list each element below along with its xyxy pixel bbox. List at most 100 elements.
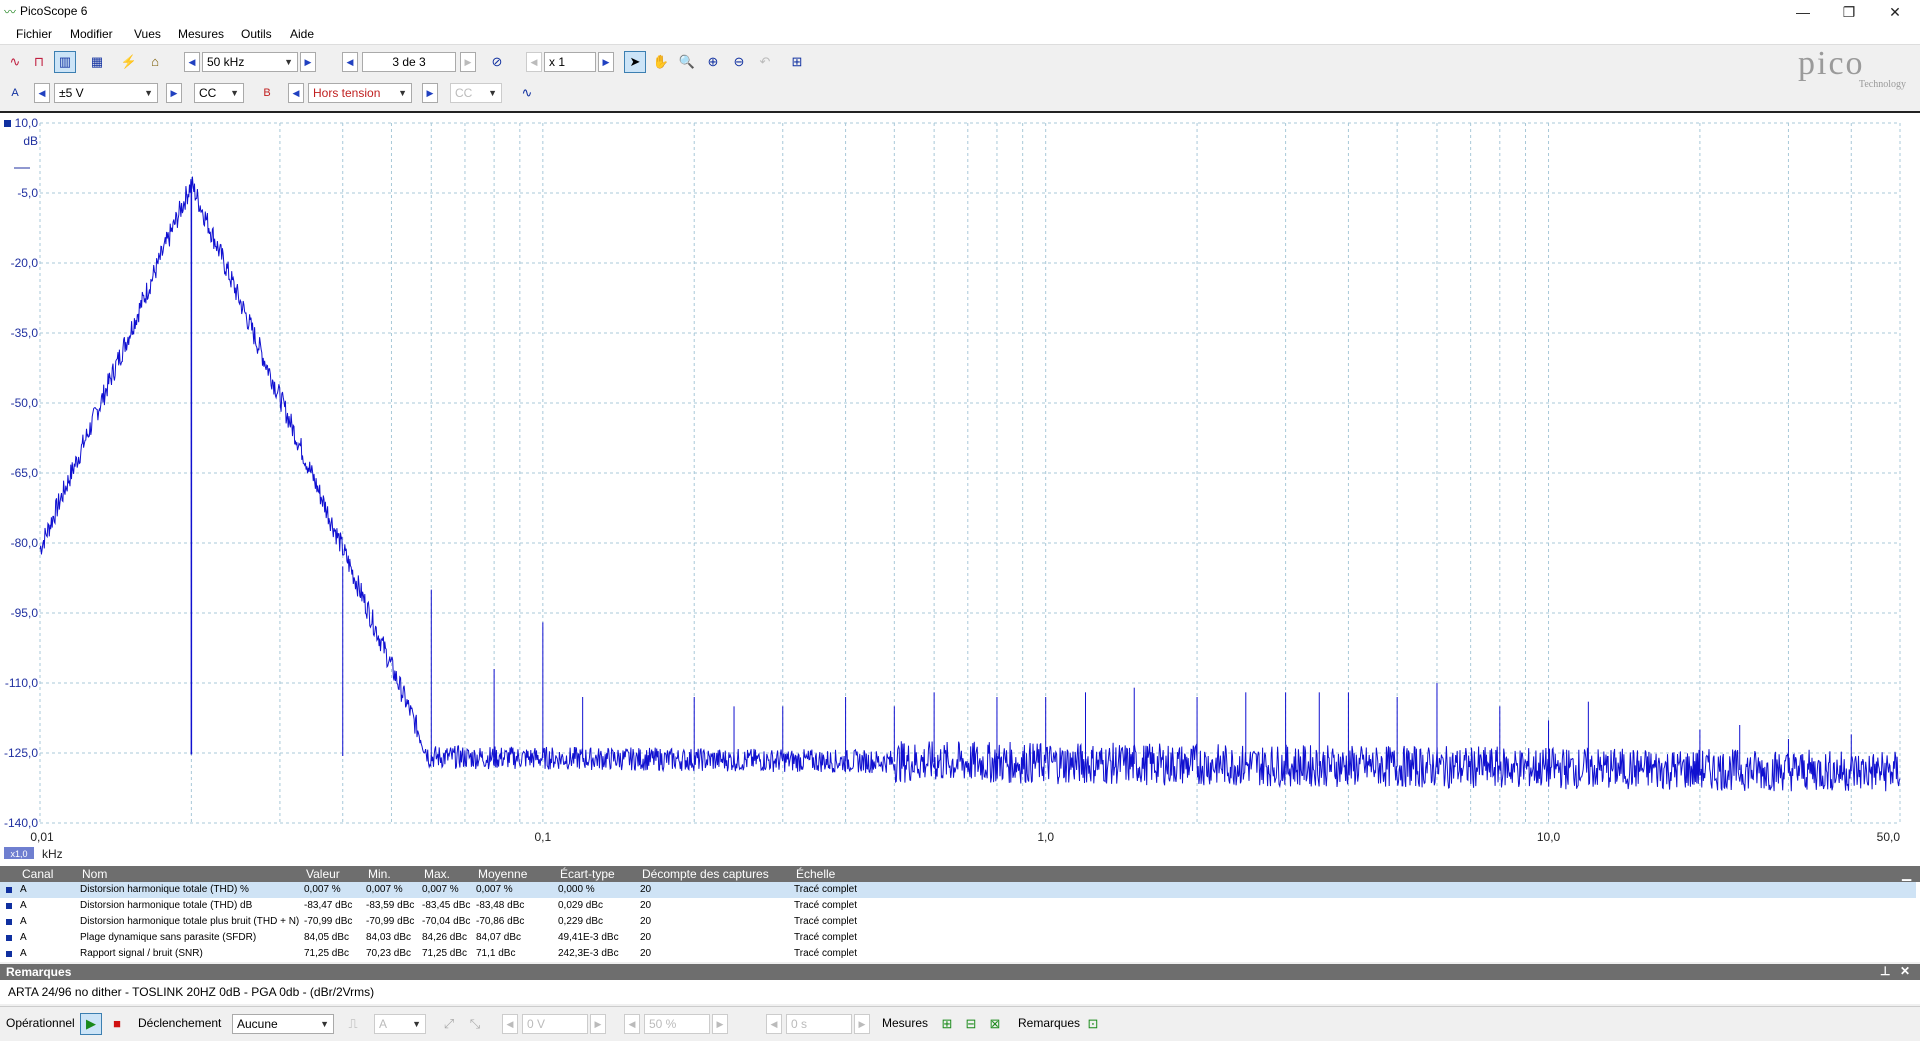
- channel-b-button[interactable]: B: [256, 82, 278, 104]
- hand-tool-icon[interactable]: ✋: [650, 51, 672, 73]
- minimize-button[interactable]: —: [1780, 0, 1826, 24]
- table-cell: A: [20, 916, 27, 927]
- close-button[interactable]: ✕: [1872, 0, 1918, 24]
- capture-prev[interactable]: ◀: [342, 52, 358, 72]
- undo-zoom-icon[interactable]: ↶: [754, 51, 776, 73]
- advanced-trigger-icon[interactable]: ⎍: [342, 1013, 364, 1035]
- table-row[interactable]: A Plage dynamique sans parasite (SFDR) 84,…: [0, 930, 1916, 946]
- add-measure-icon[interactable]: ⊞: [936, 1013, 958, 1035]
- pretrigger-prev[interactable]: ◀: [624, 1014, 640, 1034]
- range-b-next[interactable]: ▶: [422, 83, 438, 103]
- channel-a-button[interactable]: A: [4, 82, 26, 104]
- capture-next[interactable]: ▶: [460, 52, 476, 72]
- timebase-select[interactable]: 50 kHz ▼: [202, 52, 298, 72]
- col-decompte[interactable]: Décompte des captures: [642, 867, 769, 881]
- table-row[interactable]: A Distorsion harmonique totale (THD) dB -8…: [0, 898, 1916, 914]
- pointer-tool-icon[interactable]: ➤: [624, 51, 646, 73]
- y-tick-label: -140,0: [4, 816, 38, 830]
- zoom-prev[interactable]: ◀: [526, 52, 542, 72]
- run-button[interactable]: ▶: [80, 1013, 102, 1035]
- menu-outils[interactable]: Outils: [241, 27, 272, 41]
- table-cell: -70,04 dBc: [422, 916, 471, 927]
- threshold-box[interactable]: 0 V: [522, 1014, 588, 1034]
- trigger-channel-select[interactable]: A ▼: [374, 1014, 426, 1034]
- y-tick-label: -125,0: [4, 746, 38, 760]
- probe-icon[interactable]: ⚡: [118, 51, 140, 73]
- table-row[interactable]: A Distorsion harmonique totale (THD) % 0,0…: [0, 882, 1916, 898]
- col-min[interactable]: Min.: [368, 867, 391, 881]
- notes-body[interactable]: ARTA 24/96 no dither - TOSLINK 20HZ 0dB …: [0, 980, 1920, 1004]
- timebase-prev[interactable]: ◀: [184, 52, 200, 72]
- zoom-value-box[interactable]: x 1: [544, 52, 596, 72]
- threshold-prev[interactable]: ◀: [502, 1014, 518, 1034]
- range-a-prev[interactable]: ◀: [34, 83, 50, 103]
- timebase-next[interactable]: ▶: [300, 52, 316, 72]
- menu-modifier[interactable]: Modifier: [70, 27, 113, 41]
- col-max[interactable]: Max.: [424, 867, 450, 881]
- col-canal[interactable]: Canal: [22, 867, 53, 881]
- delay-box[interactable]: 0 s: [786, 1014, 852, 1034]
- notes-toggle-icon[interactable]: ⊡: [1082, 1013, 1104, 1035]
- zoom-overview-icon[interactable]: ⊞: [786, 51, 808, 73]
- col-valeur[interactable]: Valeur: [306, 867, 340, 881]
- table-row[interactable]: A Distorsion harmonique totale plus bruit…: [0, 914, 1916, 930]
- home-icon[interactable]: ⌂: [144, 51, 166, 73]
- trigger-mode-select[interactable]: Aucune ▼: [232, 1014, 334, 1034]
- y-tick-label: -35,0: [11, 326, 39, 340]
- col-ecart-type[interactable]: Écart-type: [560, 867, 615, 881]
- persistence-mode-icon[interactable]: ⊓: [28, 51, 50, 73]
- channel-b-label: B: [263, 87, 271, 99]
- col-moyenne[interactable]: Moyenne: [478, 867, 527, 881]
- zoom-in-icon[interactable]: ⊕: [702, 51, 724, 73]
- spectrum-view[interactable]: 10,0 -5,0 -20,0 -35,0 -50,0 -65,0 -80,0 -95,0 -1…: [0, 111, 1920, 867]
- collapse-panel-icon[interactable]: ▁: [1902, 867, 1911, 881]
- coupling-a-select[interactable]: CC ▼: [194, 83, 244, 103]
- menu-aide[interactable]: Aide: [290, 27, 314, 41]
- stop-button[interactable]: ■: [106, 1013, 128, 1035]
- zoom-area-icon[interactable]: 🔍: [676, 51, 698, 73]
- range-a-select[interactable]: ±5 V ▼: [54, 83, 158, 103]
- menu-fichier[interactable]: Fichier: [16, 27, 52, 41]
- table-cell: 49,41E-3 dBc: [558, 932, 619, 943]
- status-bar: Opérationnel ▶ ■ Déclenchement Aucune ▼ ⎍…: [0, 1006, 1920, 1041]
- pretrigger-box[interactable]: 50 %: [644, 1014, 710, 1034]
- table-cell: 20: [640, 900, 652, 911]
- trigger-mode-value: Aucune: [237, 1017, 278, 1031]
- delay-next[interactable]: ▶: [854, 1014, 870, 1034]
- capture-index[interactable]: 3 de 3: [362, 52, 456, 72]
- close-notes-icon[interactable]: ✕: [1900, 964, 1910, 978]
- signal-generator-icon[interactable]: ∿: [516, 82, 538, 104]
- col-nom[interactable]: Nom: [82, 867, 107, 881]
- restore-button[interactable]: ❐: [1826, 0, 1872, 24]
- new-spectrum-view-icon[interactable]: ▦: [86, 51, 108, 73]
- range-a-next[interactable]: ▶: [166, 83, 182, 103]
- pretrigger-value: 50 %: [649, 1017, 677, 1031]
- menu-vues[interactable]: Vues: [134, 27, 161, 41]
- table-row[interactable]: A Rapport signal / bruit (SNR) 71,25 dBc 70…: [0, 946, 1916, 962]
- pin-icon[interactable]: ⊥: [1880, 964, 1890, 978]
- zoom-out-icon[interactable]: ⊖: [728, 51, 750, 73]
- notes-title: Remarques: [6, 965, 72, 979]
- chevron-down-icon: ▼: [144, 88, 153, 98]
- channel-color-marker: [6, 887, 12, 893]
- spectrum-plot[interactable]: 10,0 -5,0 -20,0 -35,0 -50,0 -65,0 -80,0 -95,0 -1…: [0, 113, 1920, 867]
- edit-measure-icon[interactable]: ⊟: [960, 1013, 982, 1035]
- rising-edge-icon[interactable]: ⤢: [438, 1013, 460, 1035]
- delay-prev[interactable]: ◀: [766, 1014, 782, 1034]
- range-b-prev[interactable]: ◀: [288, 83, 304, 103]
- scope-mode-icon[interactable]: ∿: [4, 51, 26, 73]
- buffer-navigator-icon[interactable]: ⊘: [486, 51, 508, 73]
- y-tick-label: 10,0: [15, 116, 39, 130]
- delete-measure-icon[interactable]: ⊠: [984, 1013, 1006, 1035]
- table-cell: 0,007 %: [422, 884, 459, 895]
- spectrum-mode-icon[interactable]: ▥: [54, 51, 76, 73]
- coupling-b-select[interactable]: CC ▼: [450, 83, 502, 103]
- menu-mesures[interactable]: Mesures: [178, 27, 224, 41]
- range-b-select[interactable]: Hors tension ▼: [308, 83, 412, 103]
- falling-edge-icon[interactable]: ⤡: [464, 1013, 486, 1035]
- pretrigger-next[interactable]: ▶: [712, 1014, 728, 1034]
- table-cell: 20: [640, 884, 652, 895]
- col-echelle[interactable]: Échelle: [796, 867, 835, 881]
- threshold-next[interactable]: ▶: [590, 1014, 606, 1034]
- zoom-next[interactable]: ▶: [598, 52, 614, 72]
